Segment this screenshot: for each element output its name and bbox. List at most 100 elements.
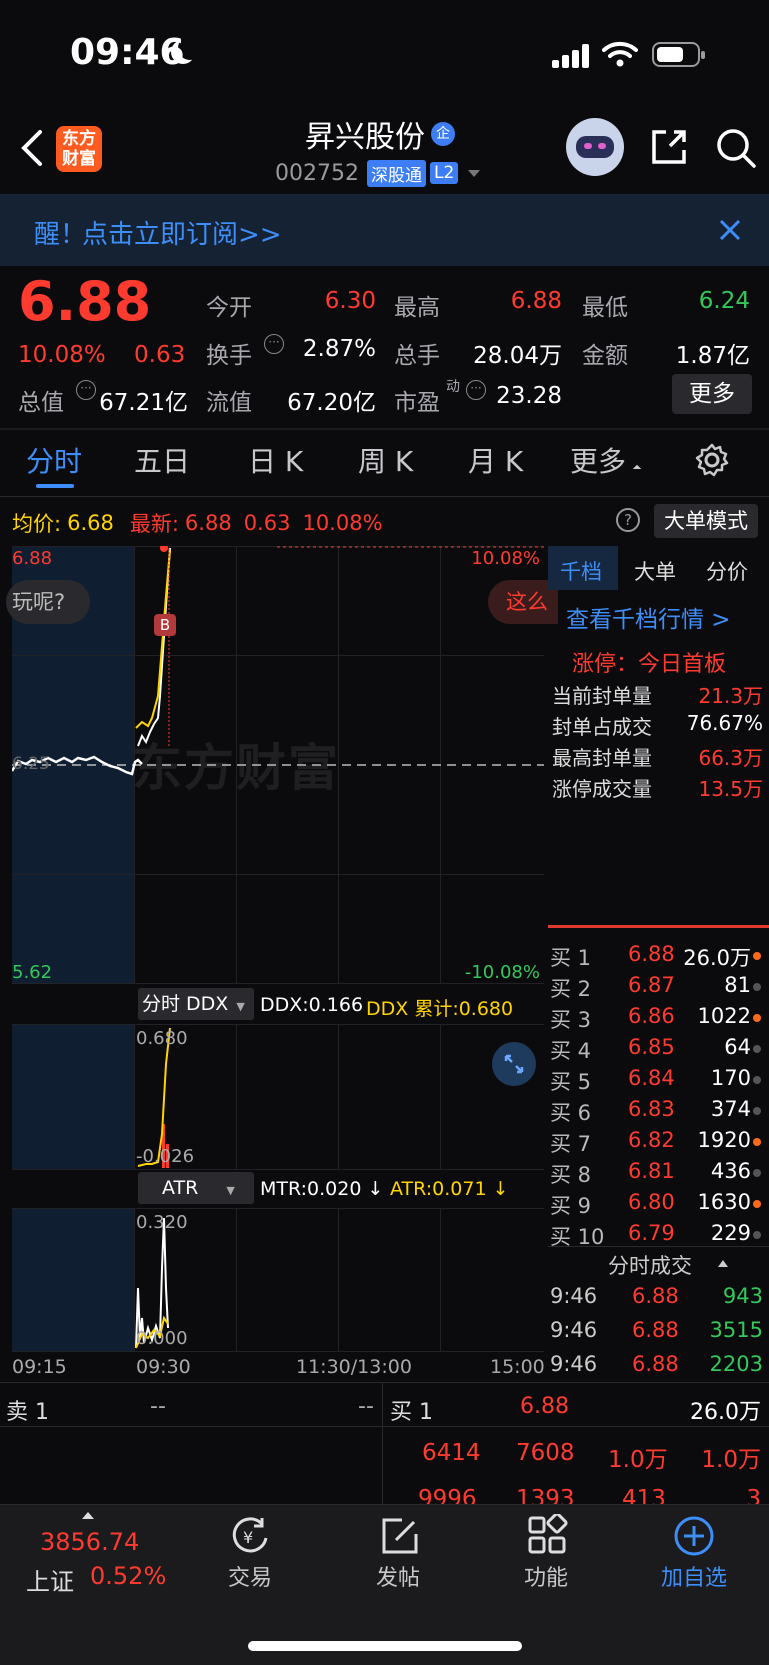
nav-add-watchlist[interactable]: 加自选: [634, 1560, 754, 1592]
index-value[interactable]: 3856.74: [40, 1528, 139, 1556]
pct-max-label: 10.08%: [471, 548, 540, 569]
info-icon[interactable]: ···: [264, 334, 284, 354]
atr-bottom-label: 0.000: [136, 1328, 188, 1349]
avg-value: 6.68: [67, 511, 114, 535]
index-name[interactable]: 上证: [26, 1562, 74, 1597]
buy1-volume: 26.0万: [690, 1400, 761, 1425]
atr-value: ATR:0.071 ↓: [390, 1178, 509, 1200]
app-screen: { "status":{"time":"09:46"}, "header":{"…: [0, 0, 769, 1665]
info-icon[interactable]: ···: [466, 380, 486, 400]
nav-functions[interactable]: 功能: [486, 1560, 606, 1592]
info-icon[interactable]: ···: [76, 380, 96, 400]
order-dot-icon: [753, 1107, 761, 1115]
svg-text:¥: ¥: [243, 1528, 253, 1547]
comment-bubble-left[interactable]: 玩呢?: [6, 580, 90, 624]
more-button[interactable]: 更多: [672, 374, 752, 414]
moon-icon: [178, 36, 202, 60]
search-icon[interactable]: [714, 126, 758, 170]
stat-value: 66.3万: [698, 746, 763, 770]
last-price: 6.88: [18, 270, 152, 333]
stock-title: 昇兴股份 企: [305, 114, 455, 155]
stat-label: 封单占成交: [552, 715, 652, 739]
banner-prefix: 醒！: [34, 220, 87, 250]
latest-label: 最新:: [129, 512, 179, 536]
stat-label: 最高封单量: [552, 746, 652, 770]
bid-label: 买 1: [550, 946, 592, 970]
sell1-label: 卖 1: [6, 1400, 49, 1425]
sell1-price: --: [150, 1394, 166, 1419]
view-levels-link[interactable]: 查看千档行情 >: [566, 600, 731, 634]
stat-label: 涨停成交量: [552, 777, 652, 801]
amount-value: 1.87亿: [675, 343, 750, 369]
home-indicator: [248, 1641, 522, 1651]
ddx-selector-label: 分时 DDX: [142, 993, 229, 1015]
ddx-selector[interactable]: 分时 DDX ▼: [138, 988, 254, 1020]
wifi-icon: [602, 41, 638, 67]
ddx-cumulative: DDX 累计:0.680: [366, 998, 514, 1020]
ddx-bottom-label: -0.026: [136, 1146, 195, 1167]
change-pct: 10.08%: [18, 342, 106, 368]
mcap-value: 67.21亿: [99, 390, 188, 416]
tab-intraday[interactable]: 分时: [26, 440, 82, 480]
functions-icon[interactable]: [526, 1514, 568, 1556]
atr-chart[interactable]: 0.320 0.000: [12, 1208, 544, 1352]
latest-value: 6.88: [184, 511, 232, 535]
buy-marker[interactable]: B: [154, 614, 176, 636]
float-cap-label: 流值: [206, 390, 252, 416]
post-icon[interactable]: [378, 1514, 422, 1558]
add-watchlist-icon[interactable]: [672, 1514, 716, 1558]
collapse-icon[interactable]: [718, 1260, 728, 1267]
dropdown-icon[interactable]: [468, 169, 481, 177]
order-dot-icon: [753, 1231, 761, 1239]
bid-price: 6.83: [628, 1097, 675, 1121]
change-amt: 0.63: [134, 342, 186, 368]
side-tab-levels[interactable]: 千档: [560, 556, 602, 586]
tick-time: 9:46: [550, 1352, 598, 1376]
side-tab-large-orders[interactable]: 大单: [634, 556, 676, 586]
tab-five-day[interactable]: 五日: [134, 440, 190, 480]
x-tick-midday: 11:30/13:00: [296, 1356, 412, 1378]
nav-trade[interactable]: 交易: [190, 1560, 310, 1592]
tab-more[interactable]: 更多: [570, 440, 626, 480]
bid-volume: 170: [710, 1066, 751, 1090]
atr-selector[interactable]: ATR ▼: [138, 1172, 254, 1204]
order-dot-icon: [753, 1014, 761, 1022]
stock-name: 昇兴股份: [305, 120, 425, 155]
app-logo[interactable]: 东方 财富: [56, 126, 102, 172]
order-dot-icon: [753, 983, 761, 991]
stat-label: 当前封单量: [552, 684, 652, 708]
queue-order: 1.0万: [701, 1447, 761, 1473]
back-icon[interactable]: [18, 128, 44, 168]
chart-info-bar: 均价: 6.68 最新: 6.88 0.63 10.08%: [12, 508, 383, 538]
mcap-label: 总值: [18, 390, 64, 416]
subscribe-banner[interactable]: 醒！ 点击立即订阅>>: [0, 194, 769, 266]
bid-volume: 1920: [697, 1128, 751, 1152]
price-lines: [12, 546, 544, 776]
intraday-chart[interactable]: 东方财富 6.88 6.25 5.62 10.08% -10.08% 玩呢? 这…: [6, 546, 558, 984]
tab-indicator: [36, 484, 74, 488]
book-divider: [382, 1382, 383, 1506]
help-icon[interactable]: ?: [616, 508, 640, 532]
tab-monthly-k[interactable]: 月 K: [468, 440, 523, 480]
order-dot-icon: [753, 952, 761, 960]
side-tab-price-dist[interactable]: 分价: [706, 556, 748, 586]
index-pct[interactable]: 0.52%: [90, 1562, 166, 1590]
tick-time: 9:46: [550, 1318, 598, 1342]
queue-order: 7608: [516, 1440, 575, 1466]
tab-weekly-k[interactable]: 周 K: [358, 440, 413, 480]
ticks-title[interactable]: 分时成交: [608, 1250, 692, 1280]
stat-value: 76.67%: [686, 711, 763, 735]
nav-post[interactable]: 发帖: [338, 1560, 458, 1592]
large-order-mode-button[interactable]: 大单模式: [654, 504, 758, 538]
trade-icon[interactable]: ¥: [228, 1516, 272, 1556]
robot-assistant-icon[interactable]: [566, 118, 624, 176]
settings-gear-icon[interactable]: [694, 442, 730, 478]
tick-volume: 943: [722, 1284, 763, 1308]
ddx-chart[interactable]: 0.680 -0.026: [12, 1024, 544, 1170]
expand-icon[interactable]: [492, 1042, 536, 1086]
stock-subtitle: 002752 深股通 L2: [275, 158, 481, 188]
close-icon[interactable]: [718, 218, 742, 242]
bid-volume: 81: [724, 973, 751, 997]
share-icon[interactable]: [648, 126, 690, 168]
tab-daily-k[interactable]: 日 K: [248, 440, 303, 480]
